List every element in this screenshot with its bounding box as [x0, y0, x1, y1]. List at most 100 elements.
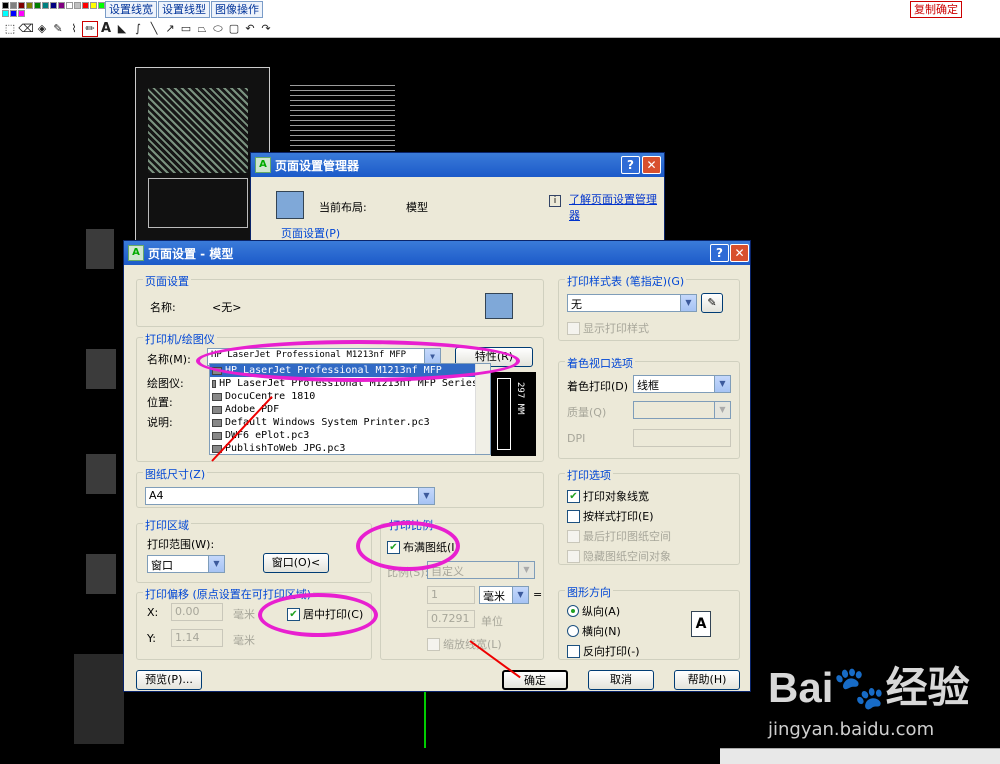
current-layout-label: 当前布局: [319, 201, 367, 214]
rectangle-icon[interactable]: ▭ [178, 21, 194, 37]
color-swatch[interactable] [74, 2, 81, 9]
close-icon[interactable]: ✕ [642, 156, 661, 174]
horizontal-scrollbar[interactable] [720, 748, 1000, 764]
scale-value-2[interactable]: 0.7291 [427, 610, 475, 628]
color-swatch[interactable] [18, 10, 25, 17]
text-tool-icon[interactable]: A [98, 21, 114, 37]
menu-set-linetype[interactable]: 设置线型 [158, 1, 210, 18]
quality-select[interactable]: ▼ [633, 401, 731, 419]
color-swatch[interactable] [18, 2, 25, 9]
edit-style-icon[interactable]: ✎ [701, 293, 723, 313]
color-swatch[interactable] [2, 2, 9, 9]
line-icon[interactable]: ╲ [146, 21, 162, 37]
name-label: 名称: [150, 301, 176, 314]
reverse-plot-checkbox[interactable]: 反向打印(-) [567, 643, 640, 659]
name-value: <无> [212, 301, 242, 314]
plot-range-select[interactable]: 窗口 ▼ [147, 555, 225, 573]
blur-block [86, 454, 116, 494]
eraser-icon[interactable]: ⌫ [18, 21, 34, 37]
plot-range-label: 打印范围(W): [147, 538, 215, 551]
scale-unit-select[interactable]: 毫米 ▼ [479, 586, 529, 604]
window-button[interactable]: 窗口(O)< [263, 553, 329, 573]
blur-block [86, 229, 114, 269]
cancel-button[interactable]: 取消 [588, 670, 654, 690]
ellipse-icon[interactable]: ⬭ [210, 21, 226, 37]
curve-icon[interactable]: ∫ [130, 21, 146, 37]
chevron-down-icon: ▼ [714, 376, 730, 392]
group-orientation: 图形方向 纵向(A) 横向(N) 反向打印(-) A [558, 584, 740, 660]
color-swatch[interactable] [42, 2, 49, 9]
fill-icon[interactable]: ◈ [34, 21, 50, 37]
y-offset-field[interactable]: 1.14 [171, 629, 223, 647]
show-plot-styles-checkbox[interactable]: 显示打印样式 [567, 320, 649, 336]
menu-set-lineweight[interactable]: 设置线宽 [105, 1, 157, 18]
confirm-copy-button[interactable]: 复制确定 [910, 1, 962, 18]
color-swatch[interactable] [58, 2, 65, 9]
close-icon[interactable]: ✕ [730, 244, 749, 262]
autocad-icon: A [255, 157, 271, 173]
dpi-field[interactable] [633, 429, 731, 447]
scale-lineweights-checkbox[interactable]: 缩放线宽(L) [427, 636, 502, 652]
pencil-icon[interactable]: ✏ [82, 20, 98, 37]
color-swatch[interactable] [90, 2, 97, 9]
color-swatch[interactable] [82, 2, 89, 9]
select-rect-icon[interactable]: ⬚ [2, 21, 18, 37]
chevron-down-icon: ▼ [512, 587, 528, 603]
color-swatch[interactable] [50, 2, 57, 9]
help-button[interactable]: 帮助(H) [674, 670, 740, 690]
chevron-down-icon: ▼ [714, 402, 730, 418]
printer-icon [212, 405, 222, 414]
color-swatch[interactable] [10, 2, 17, 9]
preview-button[interactable]: 预览(P)... [136, 670, 202, 690]
portrait-radio[interactable]: 纵向(A) [567, 603, 620, 619]
printer-list-item[interactable]: DWF6 ePlot.pc3 [210, 429, 490, 442]
spray-icon[interactable]: ◣ [114, 21, 130, 37]
color-swatch[interactable] [34, 2, 41, 9]
color-swatch[interactable] [10, 10, 17, 17]
picker-icon[interactable]: ✎ [50, 21, 66, 37]
tool-row: ⬚ ⌫ ◈ ✎ ⌇ ✏ A ◣ ∫ ╲ ↗ ▭ ⏢ ⬭ ▢ ↶ ↷ [2, 20, 274, 37]
current-layout-value: 模型 [406, 201, 428, 214]
help-icon[interactable]: ? [621, 156, 640, 174]
y-label: Y: [147, 632, 156, 645]
scale-unit-2: 单位 [481, 615, 503, 628]
color-palette[interactable] [2, 2, 106, 18]
color-swatch[interactable] [26, 2, 33, 9]
location-label: 位置: [147, 396, 173, 409]
rounded-rect-icon[interactable]: ▢ [226, 21, 242, 37]
plotter-label: 绘图仪: [147, 377, 184, 390]
help-icon[interactable]: ? [710, 244, 729, 262]
color-swatch[interactable] [2, 10, 9, 17]
paper-size-select[interactable]: A4 ▼ [145, 487, 435, 505]
printer-list-item[interactable]: DocuCentre 1810 [210, 390, 490, 403]
info-icon: i [549, 195, 561, 207]
scale-value-1[interactable]: 1 [427, 586, 475, 604]
printer-list-item[interactable]: PublishToWeb JPG.pc3 [210, 442, 490, 454]
x-offset-field[interactable]: 0.00 [171, 603, 223, 621]
color-swatch[interactable] [66, 2, 73, 9]
group-paper-size: 图纸尺寸(Z) A4 ▼ [136, 466, 544, 508]
page-setup-titlebar: A 页面设置 - 模型 [124, 241, 750, 265]
equals-sign: = [533, 588, 543, 601]
arrow-icon[interactable]: ↗ [162, 21, 178, 37]
printer-icon [212, 379, 217, 388]
brush-icon[interactable]: ⌇ [66, 21, 82, 37]
shade-plot-select[interactable]: 线框 ▼ [633, 375, 731, 393]
group-title: 打印选项 [565, 467, 613, 483]
printer-list-item[interactable]: Adobe PDF [210, 403, 490, 416]
dialog-title: 页面设置管理器 [275, 158, 360, 173]
plot-style-select[interactable]: 无 ▼ [567, 294, 697, 312]
landscape-radio[interactable]: 横向(N) [567, 623, 621, 639]
list-scrollbar[interactable] [475, 364, 490, 454]
plot-with-styles-checkbox[interactable]: 按样式打印(E) [567, 508, 654, 524]
undo-icon[interactable]: ↶ [242, 21, 258, 37]
plot-lineweights-checkbox[interactable]: ✔ 打印对象线宽 [567, 488, 649, 504]
redo-icon[interactable]: ↷ [258, 21, 274, 37]
hide-paperspace-checkbox[interactable]: 隐藏图纸空间对象 [567, 548, 671, 564]
color-swatch[interactable] [98, 2, 105, 9]
polygon-icon[interactable]: ⏢ [194, 21, 210, 37]
learn-link[interactable]: 了解页面设置管理器 [569, 191, 661, 223]
menu-image-ops[interactable]: 图像操作 [211, 1, 263, 18]
page-setup-dialog: A 页面设置 - 模型 ? ✕ 页面设置 名称: <无> 打印机/绘图仪 名称(… [123, 240, 751, 692]
paperspace-last-checkbox[interactable]: 最后打印图纸空间 [567, 528, 671, 544]
